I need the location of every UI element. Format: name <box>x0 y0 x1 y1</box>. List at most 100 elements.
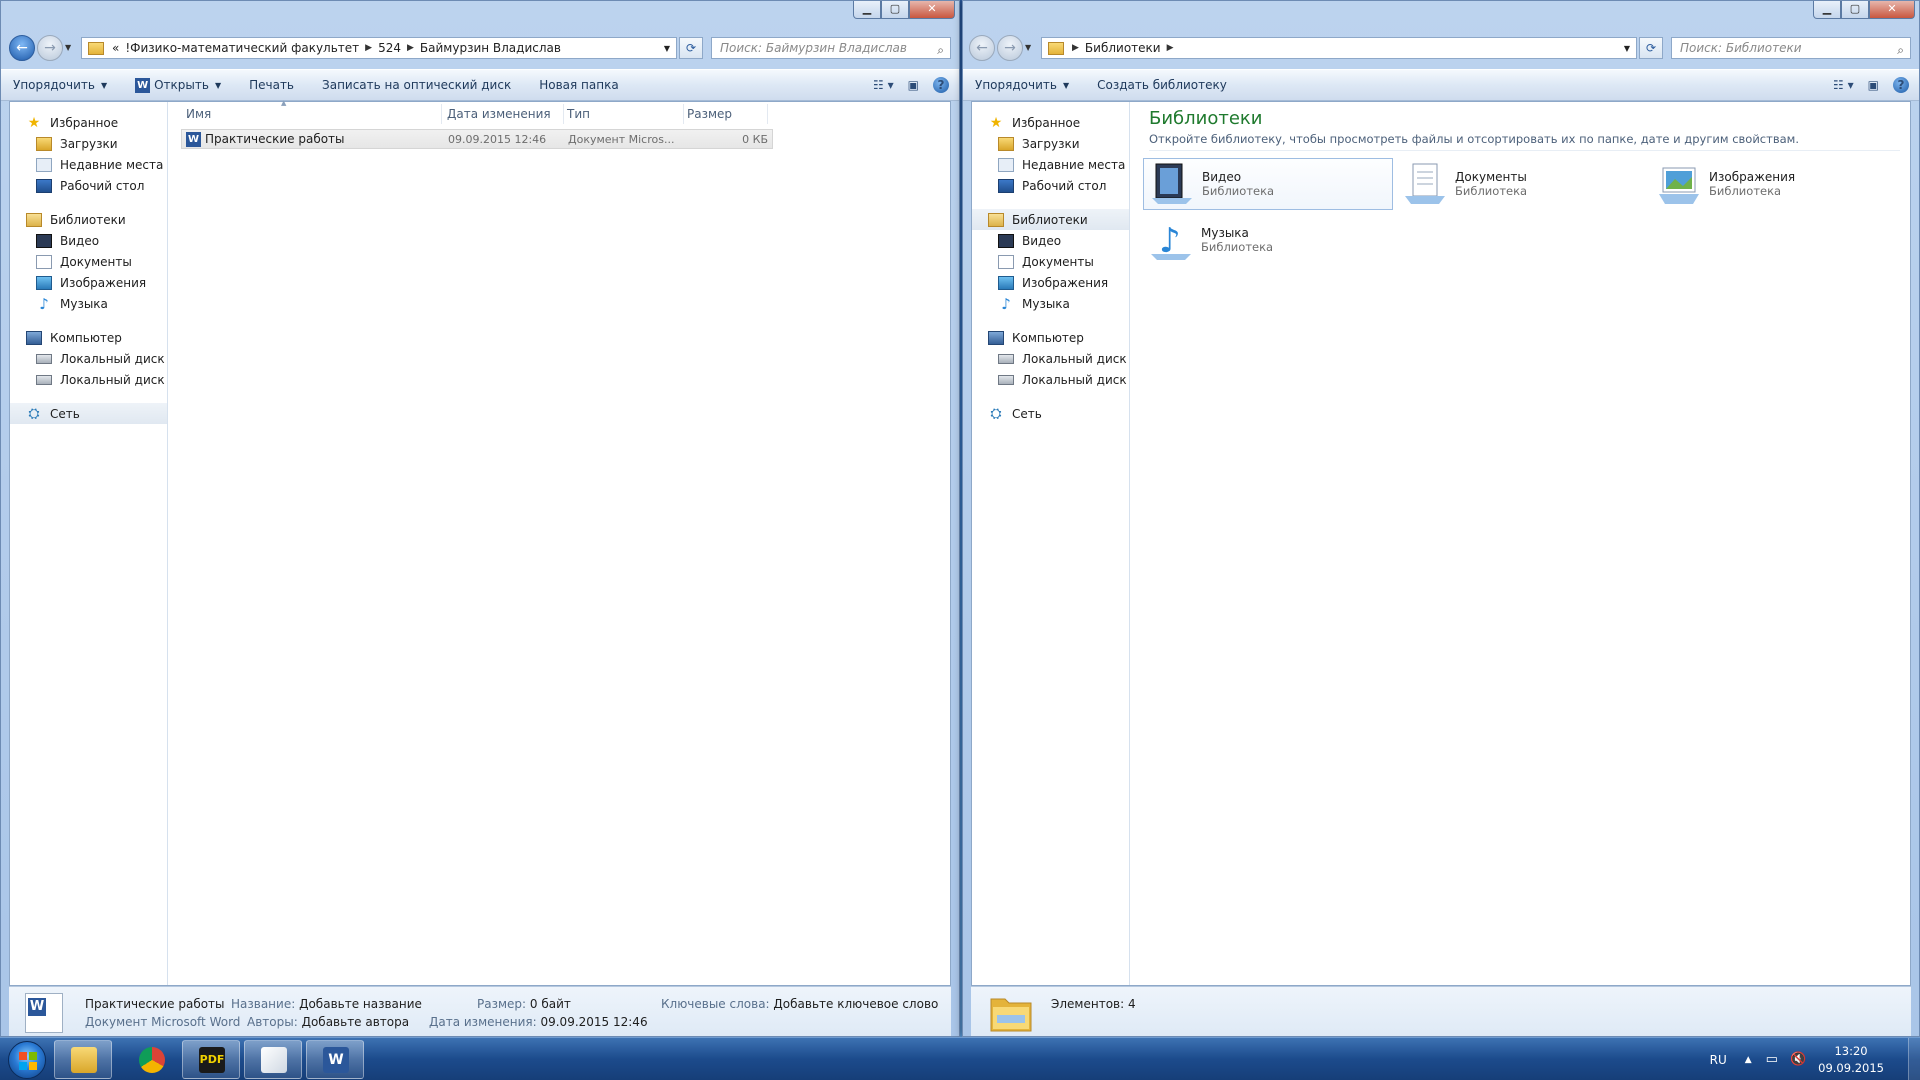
address-bar[interactable]: « !Физико-математический факультет ▶ 524… <box>81 37 677 59</box>
organize-button[interactable]: Упорядочить ▼ <box>975 78 1069 92</box>
nav-music[interactable]: ♪ Музыка <box>10 293 167 314</box>
nav-documents[interactable]: Документы <box>10 251 167 272</box>
search-icon[interactable]: ⌕ <box>1897 40 1904 60</box>
nav-desktop[interactable]: Рабочий стол <box>972 175 1129 196</box>
recent-pages-dropdown[interactable]: ▼ <box>1025 43 1031 52</box>
network-status-icon[interactable]: ▭ <box>1766 1052 1778 1067</box>
recent-pages-dropdown[interactable]: ▼ <box>65 43 71 52</box>
taskbar-pdf[interactable]: PDF <box>182 1040 240 1079</box>
nav-disk-d[interactable]: Локальный диск (D <box>10 369 167 390</box>
burn-disc-button[interactable]: Записать на оптический диск <box>322 78 511 92</box>
chevron-right-icon[interactable]: ▶ <box>1072 43 1079 53</box>
table-row[interactable]: W Практические работы 09.09.2015 12:46 До… <box>181 129 773 149</box>
nav-libraries[interactable]: Библиотеки <box>10 209 167 230</box>
minimize-button[interactable]: ▁ <box>853 1 881 19</box>
title-field[interactable]: Добавьте название <box>299 997 422 1011</box>
show-desktop-button[interactable] <box>1908 1038 1920 1080</box>
nav-downloads[interactable]: Загрузки <box>972 133 1129 154</box>
preview-pane-icon[interactable]: ▣ <box>908 78 919 92</box>
nav-music[interactable]: ♪ Музыка <box>972 293 1129 314</box>
taskbar-word[interactable]: W <box>306 1040 364 1079</box>
nav-network[interactable]: ⛭ Сеть <box>972 403 1129 424</box>
column-header-size[interactable]: Размер <box>687 107 732 121</box>
clock[interactable]: 13:20 09.09.2015 <box>1818 1043 1884 1077</box>
back-button[interactable]: ← <box>969 35 995 61</box>
title-bar[interactable]: ▁ ▢ ✕ <box>963 1 1919 23</box>
maximize-button[interactable]: ▢ <box>881 1 909 19</box>
nav-computer[interactable]: Компьютер <box>10 327 167 348</box>
organize-button[interactable]: Упорядочить ▼ <box>13 78 107 92</box>
column-header-type[interactable]: Тип <box>567 107 590 121</box>
preview-pane-icon[interactable]: ▣ <box>1868 78 1879 92</box>
chevron-right-icon[interactable]: ▶ <box>1167 43 1174 53</box>
help-icon[interactable]: ? <box>1893 77 1909 93</box>
column-divider[interactable] <box>767 104 768 124</box>
nav-computer[interactable]: Компьютер <box>972 327 1129 348</box>
back-button[interactable]: ← <box>9 35 35 61</box>
keywords-field[interactable]: Добавьте ключевое слово <box>773 997 938 1011</box>
nav-disk-c[interactable]: Локальный диск (C <box>972 348 1129 369</box>
address-bar[interactable]: ▶ Библиотеки ▶ ▼ <box>1041 37 1637 59</box>
nav-disk-d[interactable]: Локальный диск (D <box>972 369 1129 390</box>
print-button[interactable]: Печать <box>249 78 294 92</box>
search-input[interactable]: Поиск: Библиотеки ⌕ <box>1671 37 1911 59</box>
close-button[interactable]: ✕ <box>909 1 955 19</box>
breadcrumb-overflow[interactable]: « <box>112 41 119 55</box>
nav-favorites[interactable]: ★ Избранное <box>972 112 1129 133</box>
forward-button[interactable]: → <box>997 35 1023 61</box>
nav-favorites[interactable]: ★ Избранное <box>10 112 167 133</box>
breadcrumb-item[interactable]: Библиотеки <box>1085 41 1161 55</box>
library-tile-images[interactable]: Изображения Библиотека <box>1651 158 1901 210</box>
create-library-button[interactable]: Создать библиотеку <box>1097 78 1227 92</box>
library-tile-documents[interactable]: Документы Библиотека <box>1397 158 1647 210</box>
search-icon[interactable]: ⌕ <box>937 40 944 60</box>
nav-desktop[interactable]: Рабочий стол <box>10 175 167 196</box>
breadcrumb-item[interactable]: !Физико-математический факультет <box>125 41 359 55</box>
taskbar-paint[interactable] <box>244 1040 302 1079</box>
nav-documents[interactable]: Документы <box>972 251 1129 272</box>
show-hidden-icons-icon[interactable]: ▲ <box>1745 1055 1752 1065</box>
nav-images[interactable]: Изображения <box>10 272 167 293</box>
help-icon[interactable]: ? <box>933 77 949 93</box>
chevron-down-icon[interactable]: ▼ <box>215 81 221 90</box>
taskbar-explorer[interactable] <box>54 1040 112 1079</box>
nav-video[interactable]: Видео <box>972 230 1129 251</box>
open-button[interactable]: W Открыть ▼ <box>135 77 221 93</box>
column-header-name[interactable]: Имя <box>186 107 211 121</box>
column-divider[interactable] <box>563 104 564 124</box>
authors-field[interactable]: Добавьте автора <box>302 1015 410 1029</box>
column-header-date[interactable]: Дата изменения <box>447 107 551 121</box>
nav-recent[interactable]: Недавние места <box>972 154 1129 175</box>
search-input[interactable]: Поиск: Баймурзин Владислав ⌕ <box>711 37 951 59</box>
taskbar-chrome[interactable] <box>122 1040 180 1079</box>
title-bar[interactable]: ▁ ▢ ✕ <box>1 1 959 23</box>
new-folder-button[interactable]: Новая папка <box>539 78 618 92</box>
minimize-button[interactable]: ▁ <box>1813 1 1841 19</box>
nav-libraries[interactable]: Библиотеки <box>972 209 1129 230</box>
volume-muted-icon[interactable]: 🔇 <box>1790 1052 1806 1067</box>
breadcrumb-item[interactable]: Баймурзин Владислав <box>420 41 561 55</box>
column-divider[interactable] <box>441 104 442 124</box>
start-button[interactable] <box>8 1041 46 1079</box>
nav-video[interactable]: Видео <box>10 230 167 251</box>
view-options-icon[interactable]: ☷ ▾ <box>1833 78 1854 92</box>
language-indicator[interactable]: RU <box>1710 1053 1727 1067</box>
maximize-button[interactable]: ▢ <box>1841 1 1869 19</box>
nav-downloads[interactable]: Загрузки <box>10 133 167 154</box>
close-button[interactable]: ✕ <box>1869 1 1915 19</box>
refresh-button[interactable]: ⟳ <box>1639 37 1663 59</box>
nav-images[interactable]: Изображения <box>972 272 1129 293</box>
nav-disk-c[interactable]: Локальный диск (C <box>10 348 167 369</box>
breadcrumb-item[interactable]: 524 <box>378 41 401 55</box>
chevron-right-icon[interactable]: ▶ <box>407 43 414 53</box>
view-options-icon[interactable]: ☷ ▾ <box>873 78 894 92</box>
library-tile-music[interactable]: ♪ Музыка Библиотека <box>1143 214 1393 266</box>
chevron-down-icon[interactable]: ▼ <box>664 44 670 53</box>
chevron-down-icon[interactable]: ▼ <box>1624 44 1630 53</box>
column-divider[interactable] <box>683 104 684 124</box>
refresh-button[interactable]: ⟳ <box>679 37 703 59</box>
chevron-right-icon[interactable]: ▶ <box>365 43 372 53</box>
library-tile-video[interactable]: Видео Библиотека <box>1143 158 1393 210</box>
nav-recent[interactable]: Недавние места <box>10 154 167 175</box>
nav-network[interactable]: ⛭ Сеть <box>10 403 167 424</box>
